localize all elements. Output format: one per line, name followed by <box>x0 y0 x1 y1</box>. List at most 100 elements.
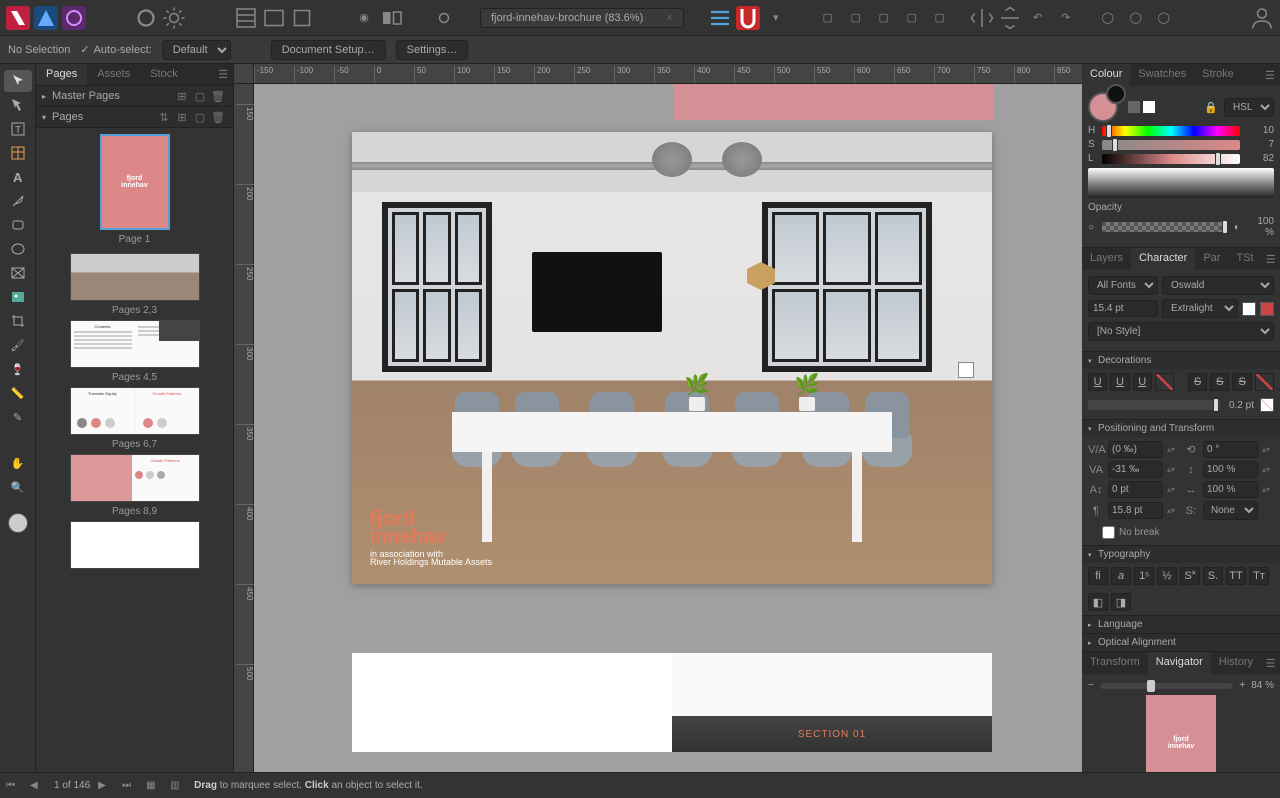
view-mode-btn-1[interactable] <box>134 6 158 30</box>
canvas[interactable]: -150 -100 -50 0 50 100 150 200 250 300 3… <box>234 64 1082 772</box>
paragraph-tab[interactable]: Par <box>1195 248 1228 270</box>
language-toggle[interactable]: ▸Language <box>1082 615 1280 633</box>
dbl-underline-btn[interactable]: U̲ <box>1110 373 1129 391</box>
photo-app-icon[interactable] <box>62 6 86 30</box>
nav-panel-menu[interactable]: ☰ <box>1261 652 1280 674</box>
colour-panel-menu[interactable]: ☰ <box>1260 64 1280 86</box>
view-tool[interactable]: ✋ <box>4 452 32 474</box>
page-thumb-23[interactable]: Pages 2,3 <box>40 253 229 316</box>
history-tab[interactable]: History <box>1211 652 1261 674</box>
auto-select-mode[interactable]: Default <box>162 40 231 60</box>
clip-canvas-icon[interactable] <box>290 6 314 30</box>
pages-tab[interactable]: Pages <box>36 64 87 85</box>
active-spread[interactable]: 🌿 🌿 fjordinnehav in association withRive… <box>352 132 992 584</box>
ungroup-icon[interactable]: ◯ <box>1124 6 1148 30</box>
decorations-toggle[interactable]: ▾Decorations <box>1082 351 1280 369</box>
hue-slider[interactable] <box>1102 126 1240 136</box>
zoom-tool[interactable]: 🔍 <box>4 476 32 498</box>
next-page-btn[interactable]: ▶ <box>98 780 114 791</box>
master-pages-header[interactable]: ▸Master Pages ⊞ ▢ 🗑 <box>36 86 233 107</box>
stroke-tab[interactable]: Stroke <box>1194 64 1242 86</box>
underline-colour-btn[interactable]: U <box>1133 373 1152 391</box>
preferences-icon[interactable] <box>162 6 186 30</box>
text-flow-icon[interactable] <box>262 6 286 30</box>
colour-picker-tool[interactable]: ✎ <box>4 406 32 428</box>
none-colour-icon[interactable] <box>1143 101 1155 113</box>
snapping-icon[interactable] <box>736 6 760 30</box>
navigator-thumbnail[interactable]: fjordinnehav <box>1146 695 1216 772</box>
rotate-cw-icon[interactable]: ↷ <box>1054 6 1078 30</box>
prev-spread-peek[interactable] <box>674 84 994 120</box>
kerning-input[interactable] <box>1108 441 1163 458</box>
frame-text-tool[interactable]: T <box>4 118 32 140</box>
arrange-front-icon[interactable]: ▢ <box>900 6 924 30</box>
picture-frame-tool[interactable] <box>4 262 32 284</box>
tracking-input[interactable] <box>1108 461 1163 478</box>
rotate-ccw-icon[interactable]: ↶ <box>1026 6 1050 30</box>
arrange-frontone-icon[interactable]: ▢ <box>872 6 896 30</box>
zoom-out-btn[interactable]: − <box>1088 680 1094 691</box>
vector-crop-tool[interactable] <box>4 310 32 332</box>
page-thumb-67[interactable]: Thematic Equity Growth Patterns Pages 6,… <box>40 387 229 450</box>
move-tool[interactable] <box>4 70 32 92</box>
scroll-lock-icon[interactable]: ⇅ <box>155 110 173 124</box>
zoom-in-btn[interactable]: + <box>1239 680 1245 691</box>
italic-alt-btn[interactable]: a <box>1111 567 1131 585</box>
flip-h-icon[interactable] <box>970 6 994 30</box>
dbl-strike-btn[interactable]: S <box>1210 373 1229 391</box>
subscript-btn[interactable]: S. <box>1203 567 1223 585</box>
fill-stroke-well[interactable] <box>1088 92 1118 122</box>
leading-input[interactable] <box>1108 502 1163 519</box>
preflight2-icon[interactable]: ▥ <box>170 780 186 791</box>
page-thumb-next[interactable] <box>40 521 229 569</box>
ordinals-btn[interactable]: 1ˢ <box>1134 567 1154 585</box>
font-collection-select[interactable]: All Fonts <box>1088 276 1158 295</box>
auto-select-checkbox[interactable]: ✓Auto-select: <box>80 43 151 56</box>
settings-button[interactable]: Settings… <box>396 40 469 60</box>
optical-toggle[interactable]: ▸Optical Alignment <box>1082 633 1280 651</box>
measure-tool[interactable]: 📏 <box>4 382 32 404</box>
font-family-select[interactable]: Oswald <box>1162 276 1274 295</box>
pages-header[interactable]: ▾Pages ⇅ ⊞ ▢ 🗑 <box>36 107 233 128</box>
page-thumb-45[interactable]: Contents Pages 4,5 <box>40 320 229 383</box>
allcaps-btn[interactable]: TT <box>1226 567 1246 585</box>
zoom-slider[interactable] <box>1100 683 1234 689</box>
master-opts-icon[interactable]: ▢ <box>191 89 209 103</box>
next-spread-peek[interactable]: SECTION 01 <box>352 653 992 752</box>
deco-offset-slider[interactable] <box>1088 400 1220 410</box>
font-size-input[interactable] <box>1088 300 1158 317</box>
preflight-icon[interactable]: ▦ <box>146 780 162 791</box>
stock-tab[interactable]: Stock <box>140 64 188 85</box>
page-opts-icon[interactable]: ▢ <box>191 110 209 124</box>
text-bg-swatch[interactable] <box>1260 302 1274 316</box>
character-tab[interactable]: Character <box>1131 248 1195 270</box>
arrange-back-icon[interactable]: ▢ <box>816 6 840 30</box>
add-page-icon[interactable]: ⊞ <box>173 110 191 124</box>
char-panel-menu[interactable]: ☰ <box>1262 248 1280 270</box>
page-thumb-1[interactable]: fjordinnehav Page 1 <box>40 134 229 245</box>
text-fill-swatch[interactable] <box>1242 302 1256 316</box>
first-page-btn[interactable]: ⏮ <box>6 780 22 791</box>
page-thumb-89[interactable]: Growth Patterns Pages 8,9 <box>40 454 229 517</box>
no-strike-btn[interactable] <box>1255 373 1274 391</box>
underline-btn[interactable]: U <box>1088 373 1107 391</box>
insert-inside-icon[interactable]: ▢ <box>928 6 952 30</box>
textstyles-tab[interactable]: TSt <box>1228 248 1261 270</box>
fractions-btn[interactable]: ½ <box>1157 567 1177 585</box>
typography-toggle[interactable]: ▾Typography <box>1082 545 1280 563</box>
strike-btn[interactable]: S <box>1188 373 1207 391</box>
lig-slider[interactable] <box>1102 154 1240 164</box>
add-master-icon[interactable]: ⊞ <box>173 89 191 103</box>
flip-v-icon[interactable] <box>998 6 1022 30</box>
place-image-tool[interactable] <box>4 286 32 308</box>
lang-feature-select[interactable]: None <box>1203 501 1258 520</box>
align-panel-icon[interactable] <box>708 6 732 30</box>
navigator-tab[interactable]: Navigator <box>1148 652 1211 674</box>
no-break-checkbox[interactable]: No break <box>1082 524 1280 545</box>
snapping-opts-icon[interactable]: ▾ <box>764 6 788 30</box>
artistic-text-tool[interactable]: A <box>4 166 32 188</box>
ruler-horizontal[interactable]: -150 -100 -50 0 50 100 150 200 250 300 3… <box>254 64 1082 84</box>
superscript-btn[interactable]: S˟ <box>1180 567 1200 585</box>
last-page-btn[interactable]: ⏭ <box>122 780 138 791</box>
swap-colour-icon[interactable] <box>1128 101 1140 113</box>
